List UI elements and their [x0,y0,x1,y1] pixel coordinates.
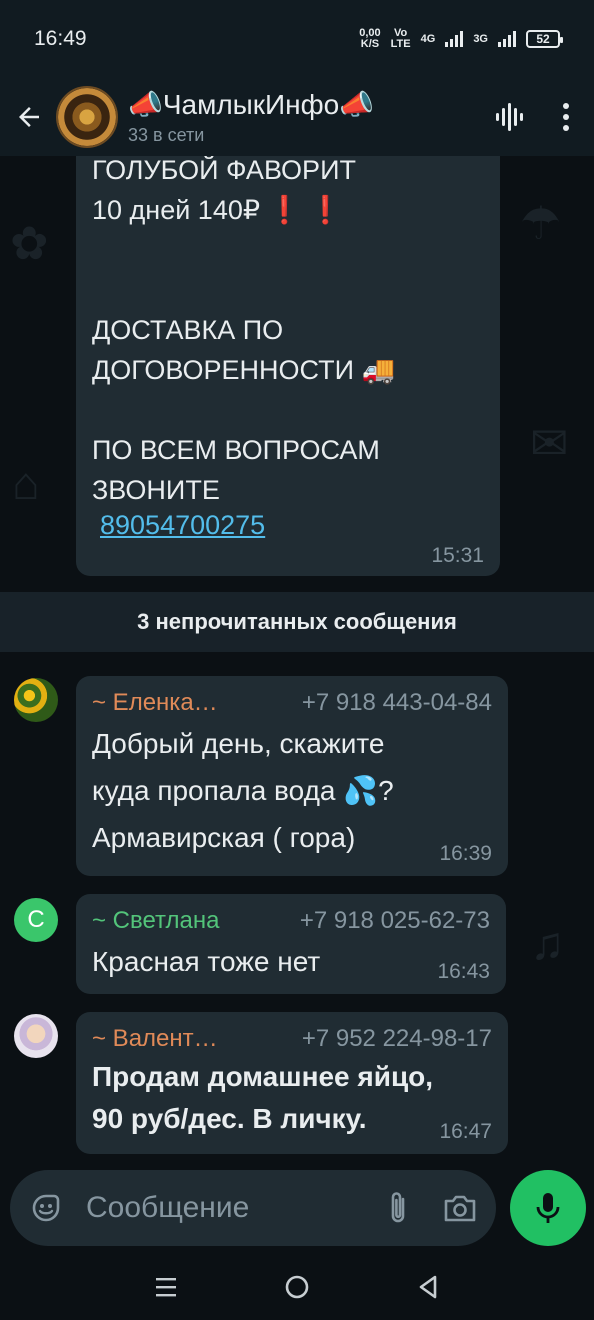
home-circle-icon [285,1275,309,1299]
back-nav-button[interactable] [398,1262,458,1312]
microphone-icon [536,1193,560,1223]
camera-icon [444,1195,476,1222]
unread-banner: 3 непрочитанных сообщения [0,592,594,652]
wallpaper-doodle-icon: ✿ [10,217,49,269]
wallpaper-doodle-icon: ✉ [530,417,569,469]
sender-phone: +7 918 443-04-84 [301,689,492,716]
avatar-letter: С [27,906,45,933]
message-header: ~ Еленка… +7 918 443-04-84 [92,686,492,720]
emoji-button[interactable] [24,1186,68,1230]
wallpaper-doodle-icon: ⌂ [12,457,40,509]
net-4g: 4G [420,32,436,45]
message-time: 16:47 [439,1120,492,1143]
signal-icon-2 [498,31,516,47]
recent-apps-button[interactable] [136,1262,196,1312]
status-time: 16:49 [34,27,87,50]
sender-phone: +7 918 025-62-73 [299,907,490,934]
back-arrow-icon [19,107,39,127]
message-input-bar[interactable]: Сообщение [10,1170,496,1246]
net-4g-label: 4G [420,32,436,45]
sender-name[interactable]: ~ Светлана [92,904,219,938]
net-3g-label: 3G [473,32,488,45]
message-header: ~ Светлана +7 918 025-62-73 [92,904,490,938]
message-bubble[interactable]: ~ Еленка… +7 918 443-04-84 Добрый день, … [76,676,508,876]
more-options-button[interactable] [538,87,594,147]
home-button[interactable] [267,1262,327,1312]
group-title-block[interactable]: 📣ЧамлыкИнфо📣 33 в сети [128,88,482,146]
wallpaper-doodle-icon: ♫ [530,917,565,969]
volte-indicator: Vo LTE [391,28,411,50]
sticker-smile-icon [32,1194,60,1222]
system-nav-bar [0,1254,594,1320]
sender-avatar[interactable]: С [14,898,58,942]
sender-name[interactable]: ~ Еленка… [92,686,218,720]
message-header: ~ Валент… +7 952 224-98-17 [92,1022,492,1056]
attach-button[interactable] [376,1186,420,1230]
sender-avatar[interactable] [14,1014,58,1058]
message-bubble[interactable]: ~ Светлана +7 918 025-62-73 Красная тоже… [76,894,506,994]
sender-phone: +7 952 224-98-17 [301,1025,492,1052]
back-button[interactable] [2,87,56,147]
message-time: 16:39 [439,842,492,865]
network-speed: 0,00 K/S [359,28,380,50]
battery-level: 52 [536,32,550,46]
message-time: 16:43 [437,960,490,983]
wallpaper-doodle-icon: ☂ [520,197,562,249]
message-bubble[interactable]: ГОЛУБОЙ ФАВОРИТ 10 дней 140₽ ❗ ❗ ДОСТАВК… [76,156,500,576]
message-text: ГОЛУБОЙ ФАВОРИТ 10 дней 140₽ ❗ ❗ ДОСТАВК… [92,156,396,505]
audio-wave-icon [496,103,523,131]
message-bubble[interactable]: ~ Валент… +7 952 224-98-17 Продам домашн… [76,1012,508,1154]
unread-banner-text: 3 непрочитанных сообщения [137,609,457,634]
chat-area[interactable]: ✿ ☂ ⌂ ✉ ♫ ГОЛУБОЙ ФАВОРИТ 10 дней 140₽ ❗… [0,156,594,1168]
message-input[interactable]: Сообщение [86,1191,376,1225]
battery-icon: 52 [526,30,563,48]
group-title: 📣ЧамлыкИнфо📣 [128,89,375,120]
message-time: 15:31 [431,544,484,567]
phone-link[interactable]: 89054700275 [100,510,265,541]
group-online-count: 33 в сети [128,125,205,145]
message-text: Продам домашнее яйцо, 90 руб/дес. В личк… [92,1061,434,1134]
status-icons: 0,00 K/S Vo LTE 4G 3G 52 [359,28,563,50]
menu-lines-icon [155,1278,176,1297]
message-text: Добрый день, скажите куда пропала вода 💦… [92,728,394,853]
voice-chat-button[interactable] [482,87,538,147]
net-3g: 3G [473,32,488,45]
voice-record-button[interactable] [510,1170,586,1246]
status-bar: 16:49 0,00 K/S Vo LTE 4G 3G 52 [0,0,594,78]
back-triangle-icon [420,1275,437,1299]
paperclip-icon [391,1192,405,1223]
signal-icon [445,31,464,47]
camera-button[interactable] [438,1186,482,1230]
more-vert-icon [563,103,569,131]
sender-name[interactable]: ~ Валент… [92,1022,218,1056]
volte-bottom: LTE [390,38,411,50]
chat-header: 📣ЧамлыкИнфо📣 33 в сети [0,78,594,156]
message-text: Красная тоже нет [92,946,321,977]
sender-avatar[interactable] [14,678,58,722]
group-avatar[interactable] [56,86,118,148]
network-speed-unit: K/S [360,38,380,50]
